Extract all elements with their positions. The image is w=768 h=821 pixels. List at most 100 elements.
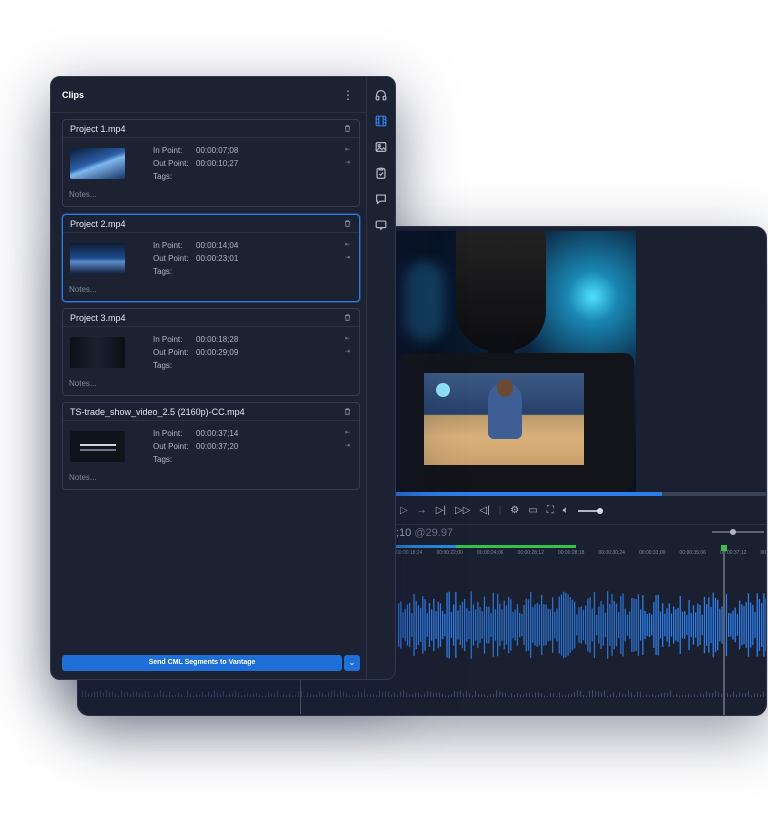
play-icon[interactable]: ▷ xyxy=(400,505,408,516)
send-cml-segments-button[interactable]: Send CML Segments to Vantage xyxy=(62,655,342,671)
waveform-bar xyxy=(622,693,623,697)
waveform-bar xyxy=(642,595,644,655)
go-to-in-point-icon[interactable]: ⇤ xyxy=(345,241,350,248)
volume-icon[interactable]: 🔈︎ xyxy=(563,505,569,516)
waveform-bar xyxy=(445,695,446,697)
chevron-down-icon[interactable]: ⌄ xyxy=(344,655,360,671)
image-icon[interactable] xyxy=(374,140,388,154)
comment-icon[interactable] xyxy=(374,192,388,206)
waveform-bar xyxy=(591,608,593,642)
waveform-bar xyxy=(733,691,734,697)
waveform-bar xyxy=(712,592,714,658)
clip-thumbnail[interactable] xyxy=(70,243,125,274)
clip-card[interactable]: TS-trade_show_video_2.5 (2160p)-CC.mp4 I… xyxy=(62,402,360,490)
waveform-bar xyxy=(547,608,549,642)
clip-card[interactable]: Project 1.mp4 In Point: 00:00:07;08 Out P… xyxy=(62,119,360,207)
fullscreen-icon[interactable]: ⛶ xyxy=(547,505,554,516)
tags-label: Tags: xyxy=(153,455,173,464)
waveform-bar xyxy=(545,604,547,646)
timecode: ;10 xyxy=(396,527,412,539)
waveform-bar xyxy=(529,692,530,697)
waveform-bar xyxy=(629,611,631,639)
waveform-bar xyxy=(571,599,574,651)
more-vertical-icon[interactable]: ⋮ xyxy=(342,89,354,101)
volume-slider[interactable] xyxy=(577,507,603,514)
waveform-bar xyxy=(310,694,311,697)
waveform-bar xyxy=(718,691,719,697)
waveform-bar xyxy=(340,690,341,697)
waveform-bar xyxy=(616,695,617,697)
waveform-bar xyxy=(640,609,642,641)
trash-icon[interactable] xyxy=(343,407,352,416)
film-icon[interactable] xyxy=(374,114,388,128)
clip-thumbnail[interactable] xyxy=(70,337,125,368)
video-frame xyxy=(497,379,513,397)
timecode-display: ;10 @29.97 xyxy=(396,527,453,539)
waveform-bar xyxy=(765,598,766,652)
waveform-bar xyxy=(411,613,413,637)
clip-card[interactable]: Project 2.mp4 In Point: 00:00:14;04 Out P… xyxy=(62,214,360,302)
waveform-bar xyxy=(752,604,754,646)
panel-title: Clips xyxy=(62,89,85,100)
waveform-bar xyxy=(457,610,459,640)
waveform-bar xyxy=(676,693,677,697)
notes-field[interactable]: Notes... xyxy=(69,473,97,482)
message-icon[interactable] xyxy=(374,218,388,232)
notes-field[interactable]: Notes... xyxy=(69,379,97,388)
notes-field[interactable]: Notes... xyxy=(69,285,97,294)
trash-icon[interactable] xyxy=(343,219,352,228)
next-frame-icon[interactable]: ▷| xyxy=(436,505,446,516)
go-to-out-point-icon[interactable]: ⇥ xyxy=(345,159,350,166)
settings-icon[interactable]: ⚙ xyxy=(510,505,519,516)
waveform-bar xyxy=(385,691,386,697)
captions-icon[interactable]: ▭ xyxy=(528,505,537,516)
step-forward-icon[interactable]: → xyxy=(417,505,427,516)
timeline-zoom-slider[interactable] xyxy=(712,529,764,535)
waveform-bar xyxy=(448,591,450,659)
waveform-bar xyxy=(610,694,611,697)
waveform-bar xyxy=(486,606,488,644)
playback-progress-bar[interactable] xyxy=(396,492,766,496)
waveform-bar xyxy=(469,693,470,697)
tags-label: Tags: xyxy=(153,267,173,276)
go-to-out-point-icon[interactable]: ⇥ xyxy=(345,254,350,261)
go-to-in-point-icon[interactable]: ⇤ xyxy=(345,146,350,153)
playhead[interactable] xyxy=(721,545,727,715)
waveform-bar xyxy=(430,691,431,697)
waveform-bar xyxy=(503,600,505,650)
waveform-bar xyxy=(439,692,440,697)
waveform-bar xyxy=(541,693,542,697)
go-to-out-point-icon[interactable]: ⇥ xyxy=(345,348,350,355)
waveform-bar xyxy=(635,599,637,651)
in-point-label: In Point: xyxy=(153,241,183,250)
panel-header: Clips ⋮ xyxy=(51,77,366,113)
waveform-bar xyxy=(666,608,668,642)
headphones-icon[interactable] xyxy=(374,88,388,102)
video-preview[interactable] xyxy=(396,231,636,493)
waveform-bar xyxy=(550,693,551,697)
trash-icon[interactable] xyxy=(343,313,352,322)
go-to-out-point-icon[interactable]: ⇥ xyxy=(345,442,350,449)
waveform-bar xyxy=(730,613,732,637)
clip-thumbnail[interactable] xyxy=(70,148,125,179)
volume-handle[interactable] xyxy=(596,507,603,514)
trash-icon[interactable] xyxy=(343,124,352,133)
waveform-bar xyxy=(643,695,644,697)
waveform-bar xyxy=(394,692,395,697)
go-to-in-point-icon[interactable]: ⇤ xyxy=(345,429,350,436)
notes-field[interactable]: Notes... xyxy=(69,190,97,199)
waveform-bar xyxy=(280,695,281,697)
mark-out-icon[interactable]: ◁| xyxy=(479,505,489,516)
clip-thumbnail[interactable] xyxy=(70,431,125,462)
waveform-bar xyxy=(91,693,92,697)
in-point-label: In Point: xyxy=(153,335,183,344)
divider: | xyxy=(498,505,502,516)
waveform-bar xyxy=(214,690,215,697)
go-to-in-point-icon[interactable]: ⇤ xyxy=(345,335,350,342)
waveform-bar xyxy=(361,692,362,697)
clipboard-check-icon[interactable] xyxy=(374,166,388,180)
fast-forward-icon[interactable]: ▷▷ xyxy=(455,505,470,516)
zoom-handle[interactable] xyxy=(730,529,736,535)
waveform-bar xyxy=(613,692,614,697)
clip-card[interactable]: Project 3.mp4 In Point: 00:00:18;28 Out P… xyxy=(62,308,360,396)
